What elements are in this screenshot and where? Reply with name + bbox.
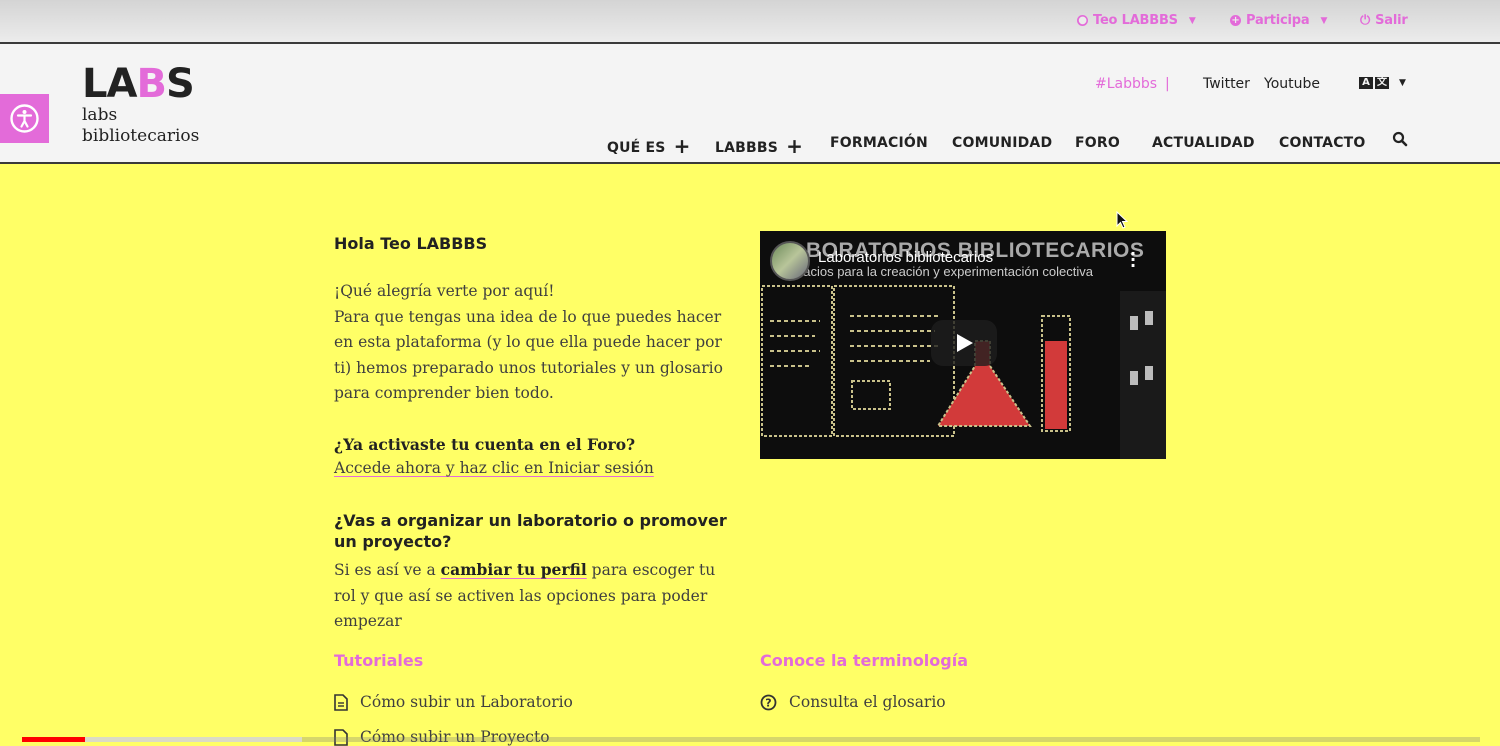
site-logo[interactable]: LABS labs bibliotecarios bbox=[82, 64, 199, 146]
tutorial-item-laboratorio[interactable]: Cómo subir un Laboratorio bbox=[334, 693, 573, 711]
logo-subtitle-line2: bibliotecarios bbox=[82, 126, 200, 146]
terminology-heading: Conoce la terminología bbox=[760, 651, 969, 670]
nav-labbbs-label: LABBBS bbox=[715, 140, 779, 156]
nav-foro[interactable]: FORO bbox=[1075, 135, 1120, 151]
glossary-link-item[interactable]: ? Consulta el glosario bbox=[760, 693, 946, 711]
user-circle-icon: ● bbox=[1077, 15, 1088, 26]
organize-prefix: Si es así ve a bbox=[334, 561, 436, 579]
social-separator: | bbox=[1165, 76, 1170, 92]
nav-actualidad[interactable]: ACTUALIDAD bbox=[1152, 135, 1255, 151]
channel-avatar[interactable] bbox=[770, 241, 810, 281]
nav-que-es-label: QUÉ ES bbox=[607, 140, 666, 156]
change-profile-link[interactable]: cambiar tu perfil bbox=[441, 560, 587, 579]
intro-body: Para que tengas una idea de lo que puede… bbox=[334, 307, 723, 403]
video-subtitle: pacios para la creación y experimentació… bbox=[796, 264, 1093, 279]
mouse-cursor-icon bbox=[1116, 211, 1128, 229]
intro-text: ¡Qué alegría verte por aquí! Para que te… bbox=[334, 279, 734, 407]
accessibility-icon bbox=[10, 104, 39, 133]
play-button[interactable] bbox=[931, 320, 997, 366]
language-selector[interactable]: A 文 ▼ bbox=[1359, 77, 1406, 89]
tutorial-1-label: Cómo subir un Laboratorio bbox=[360, 693, 573, 711]
chevron-down-icon: ▼ bbox=[1399, 78, 1406, 88]
plus-icon: + bbox=[673, 134, 691, 158]
power-icon: ⏻ bbox=[1360, 13, 1371, 28]
logo-s: S bbox=[165, 61, 195, 107]
played-progress bbox=[22, 737, 85, 742]
logo-subtitle-line1: labs bbox=[82, 105, 118, 125]
user-menu-label: Teo LABBBS bbox=[1093, 13, 1178, 28]
search-icon[interactable] bbox=[1392, 131, 1408, 147]
svg-text:?: ? bbox=[765, 696, 771, 709]
nav-formacion[interactable]: FORMACIÓN bbox=[830, 135, 928, 151]
participa-label: Participa bbox=[1246, 13, 1310, 28]
foro-login-link[interactable]: Accede ahora y haz clic en Iniciar sesió… bbox=[334, 458, 734, 478]
plus-circle-icon: + bbox=[1230, 15, 1241, 26]
participa-menu[interactable]: + Participa ▼ bbox=[1230, 13, 1327, 28]
hashtag-link[interactable]: #Labbbs bbox=[1095, 76, 1157, 92]
intro-line: ¡Qué alegría verte por aquí! bbox=[334, 282, 555, 300]
nav-labbbs[interactable]: LABBBS + bbox=[715, 133, 804, 158]
foro-question: ¿Ya activaste tu cuenta en el Foro? bbox=[334, 435, 636, 454]
glossary-link: Consulta el glosario bbox=[789, 693, 946, 711]
accessibility-button[interactable] bbox=[0, 94, 49, 143]
greeting-heading: Hola Teo LABBBS bbox=[334, 234, 488, 253]
youtube-link[interactable]: Youtube bbox=[1264, 76, 1320, 92]
chevron-down-icon: ▼ bbox=[1320, 15, 1328, 26]
nav-que-es[interactable]: QUÉ ES + bbox=[607, 133, 691, 158]
tutorials-heading: Tutoriales bbox=[334, 651, 424, 670]
language-icon-latin: A bbox=[1359, 77, 1373, 89]
logout-button[interactable]: ⏻ Salir bbox=[1360, 13, 1408, 28]
document-icon bbox=[334, 693, 348, 711]
twitter-link[interactable]: Twitter bbox=[1203, 76, 1250, 92]
logo-la: LA bbox=[82, 61, 137, 107]
chevron-down-icon: ▼ bbox=[1188, 15, 1196, 26]
top-utility-bar: ● Teo LABBBS ▼ + Participa ▼ ⏻ Salir bbox=[0, 0, 1500, 44]
language-icon-cjk: 文 bbox=[1375, 77, 1389, 89]
plus-icon: + bbox=[786, 134, 804, 158]
organize-question: ¿Vas a organizar un laboratorio o promov… bbox=[334, 511, 727, 551]
organize-text: Si es así ve a cambiar tu perfil para es… bbox=[334, 557, 729, 635]
video-player[interactable]: BORATORIOS BIBLIOTECARIOS pacios para la… bbox=[760, 231, 1166, 459]
more-options-icon[interactable]: · · · bbox=[1130, 246, 1136, 274]
site-header: LABS labs bibliotecarios #Labbbs | Twitt… bbox=[0, 44, 1500, 164]
logout-label: Salir bbox=[1375, 13, 1408, 28]
video-title[interactable]: Laboratorios bibliotecarios bbox=[818, 249, 993, 266]
nav-contacto[interactable]: CONTACTO bbox=[1279, 135, 1366, 151]
logo-b: B bbox=[136, 61, 166, 107]
question-circle-icon: ? bbox=[760, 694, 777, 710]
user-menu[interactable]: ● Teo LABBBS ▼ bbox=[1077, 13, 1196, 28]
nav-comunidad[interactable]: COMUNIDAD bbox=[952, 135, 1052, 151]
playback-progress-bar[interactable] bbox=[22, 737, 1480, 742]
logo-wordmark: LABS bbox=[82, 64, 199, 104]
